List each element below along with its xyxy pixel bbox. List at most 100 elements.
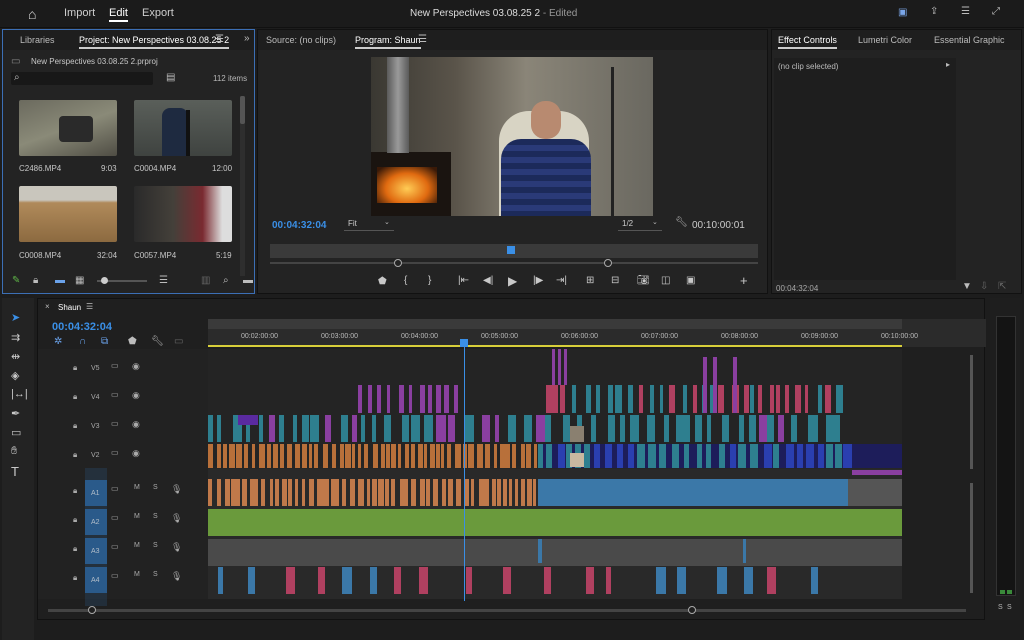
captions-icon[interactable]: ▭ (174, 337, 183, 347)
timeline-clip[interactable] (493, 444, 497, 468)
timeline-clip[interactable] (260, 479, 265, 506)
timeline-clip[interactable] (208, 415, 213, 442)
timeline-clip[interactable] (357, 444, 361, 468)
timeline-clip[interactable] (325, 415, 332, 442)
timeline-clip[interactable] (739, 415, 744, 442)
timeline-clip[interactable] (684, 415, 690, 442)
timeline-clip[interactable] (737, 444, 746, 468)
timeline-clip[interactable] (208, 509, 902, 536)
timeline-clip[interactable] (471, 479, 475, 506)
timeline-clip[interactable] (785, 385, 789, 413)
sync-lock-icon[interactable]: ▭ (111, 484, 119, 493)
eye-icon[interactable]: ◉ (132, 361, 140, 372)
timeline-clip[interactable] (294, 479, 298, 506)
timeline-clip[interactable] (287, 444, 293, 468)
timeline-clip[interactable] (404, 479, 409, 506)
vertical-scroll-audio[interactable] (970, 483, 973, 593)
track-area[interactable] (208, 339, 902, 601)
timeline-clip[interactable] (410, 415, 421, 442)
timeline-clip[interactable] (743, 539, 746, 563)
timeline-clip[interactable] (570, 426, 584, 442)
timeline-clip[interactable] (419, 567, 429, 594)
timeline-clip[interactable] (418, 444, 423, 468)
lock-icon[interactable]: 🔒︎ (73, 573, 77, 583)
project-scrollbar[interactable] (240, 96, 245, 276)
timeline-clip[interactable] (224, 479, 230, 506)
sync-lock-icon[interactable]: ▭ (111, 513, 119, 522)
timeline-clip[interactable] (425, 479, 430, 506)
timeline-clip[interactable] (275, 479, 279, 506)
lift-button[interactable]: ⊞ (586, 275, 594, 286)
lock-icon[interactable]: 🔒︎ (33, 276, 38, 286)
wrench-icon[interactable]: 🔧︎ (675, 218, 688, 228)
timeline-clip[interactable] (825, 415, 835, 442)
timeline-clip[interactable] (706, 444, 712, 468)
timeline-clip[interactable] (502, 567, 512, 594)
track-select-tool-icon[interactable]: ⇉ (11, 331, 20, 344)
close-sequence-icon[interactable]: × (45, 303, 50, 311)
timeline-clip[interactable] (608, 415, 616, 442)
timeline-clip[interactable] (804, 385, 809, 413)
timeline-clip[interactable] (358, 385, 363, 413)
timeline-clip[interactable] (523, 415, 533, 442)
program-video-frame[interactable] (371, 57, 653, 216)
timeline-clip[interactable] (259, 444, 266, 468)
timeline-clip[interactable] (538, 479, 848, 506)
mic-icon[interactable]: 🎙︎ (171, 513, 182, 524)
timeline-clip[interactable] (564, 349, 567, 385)
timeline-clip[interactable] (826, 444, 833, 468)
timeline-clip[interactable] (378, 479, 384, 506)
step-back-button[interactable]: ◀| (483, 275, 493, 286)
mode-edit[interactable]: Edit (109, 7, 128, 22)
mode-export[interactable]: Export (142, 7, 174, 19)
timeline-clip[interactable] (216, 479, 221, 506)
timeline-clip[interactable] (292, 415, 298, 442)
timeline-clip[interactable] (733, 357, 737, 413)
timeline-clip[interactable] (373, 444, 379, 468)
more-tabs-icon[interactable]: » (244, 34, 250, 44)
snap-icon[interactable]: ∩ (79, 337, 86, 347)
timeline-clip[interactable] (706, 415, 711, 442)
list-view-icon[interactable]: ▬ (55, 276, 65, 286)
timeline-timecode[interactable]: 00:04:32:04 (52, 321, 112, 333)
timeline-clip[interactable] (454, 444, 461, 468)
timeline-clip[interactable] (769, 385, 774, 413)
timeline-clip[interactable] (750, 385, 755, 413)
timeline-clip[interactable] (596, 385, 601, 413)
timeline-clip[interactable] (440, 444, 445, 468)
timeline-clip[interactable] (423, 415, 434, 442)
add-marker-button[interactable]: ⬟ (378, 276, 387, 287)
timeline-clip[interactable] (630, 415, 639, 442)
timeline-clip[interactable] (505, 444, 511, 468)
timeline-clip[interactable] (340, 415, 349, 442)
timeline-clip[interactable] (397, 444, 402, 468)
timeline-clip[interactable] (322, 444, 329, 468)
timeline-clip[interactable] (335, 479, 339, 506)
timeline-clip[interactable] (266, 444, 271, 468)
solo-right-button[interactable]: S (1007, 604, 1012, 611)
vertical-scroll[interactable] (970, 355, 973, 469)
timeline-clip[interactable] (465, 567, 472, 594)
export-frame-button[interactable]: 📷︎ (637, 275, 650, 286)
timeline-clip[interactable] (241, 479, 247, 506)
timeline-clip[interactable] (718, 444, 725, 468)
clip-thumbnail-c0057[interactable] (134, 186, 232, 242)
timeline-clip[interactable] (560, 385, 566, 413)
lock-icon[interactable]: 🔒︎ (73, 450, 77, 460)
timeline-clip[interactable] (647, 415, 656, 442)
timeline-clip[interactable] (775, 385, 781, 413)
timeline-clip[interactable] (538, 444, 544, 468)
timeline-clip[interactable] (557, 444, 565, 468)
zoom-level-select[interactable]: Fit ⌄ (344, 219, 394, 231)
timeline-clip[interactable] (255, 479, 259, 506)
timeline-clip[interactable] (420, 385, 426, 413)
clip-thumbnail-c2486[interactable] (19, 100, 117, 156)
mic-icon[interactable]: 🎙︎ (171, 542, 182, 553)
button-editor-button[interactable]: + (740, 273, 748, 288)
timeline-clip[interactable] (729, 444, 737, 468)
panel-menu-icon[interactable]: ☰ (215, 35, 224, 45)
mode-import[interactable]: Import (64, 7, 95, 19)
playhead-line[interactable] (464, 339, 465, 601)
timeline-clip[interactable] (682, 385, 687, 413)
timeline-clip[interactable] (538, 539, 542, 563)
